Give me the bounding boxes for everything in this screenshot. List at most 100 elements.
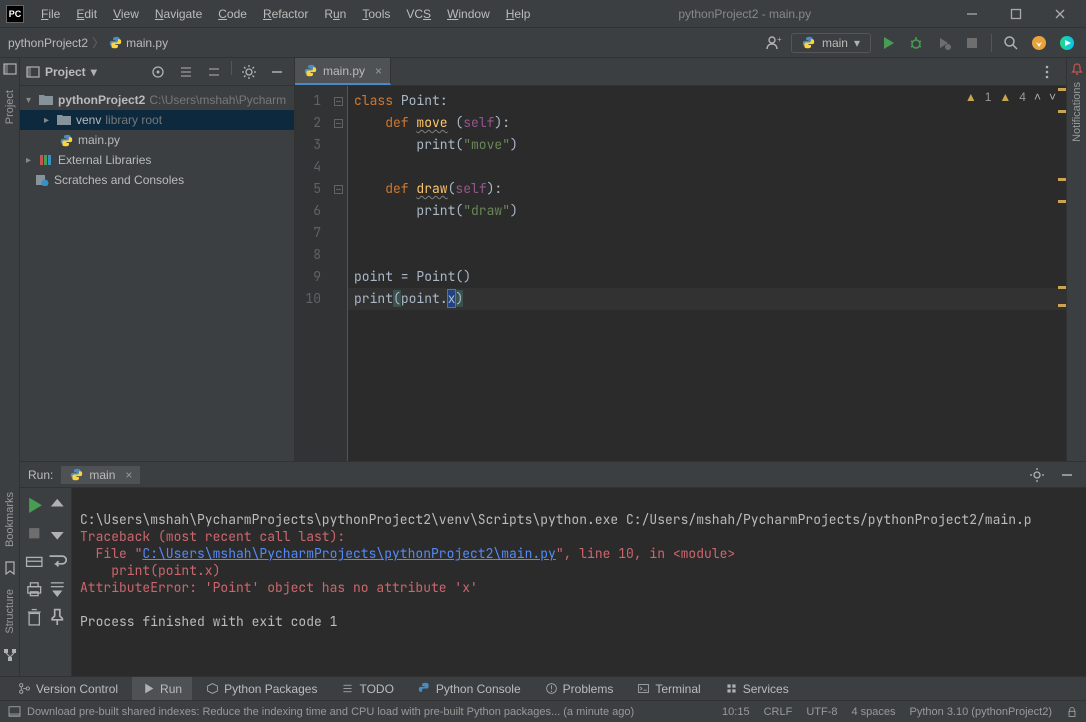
notifications-icon[interactable] bbox=[1070, 62, 1084, 76]
menu-view[interactable]: View bbox=[106, 4, 146, 24]
run-console[interactable]: C:\Users\mshah\PycharmProjects\pythonPro… bbox=[72, 488, 1086, 676]
fold-icon[interactable] bbox=[334, 119, 343, 128]
select-opened-file-icon[interactable] bbox=[147, 61, 169, 83]
left-tool-stripe: Project Bookmarks Structure bbox=[0, 58, 20, 676]
close-button[interactable] bbox=[1040, 2, 1080, 26]
run-button[interactable] bbox=[877, 32, 899, 54]
python-icon bbox=[69, 468, 83, 482]
debug-button[interactable] bbox=[905, 32, 927, 54]
fold-gutter[interactable] bbox=[329, 86, 347, 461]
line-separator[interactable]: CRLF bbox=[764, 706, 793, 718]
menu-run[interactable]: Run bbox=[317, 4, 353, 24]
chevron-down-icon[interactable]: ˅ bbox=[1049, 90, 1056, 104]
inspection-widget[interactable]: ▲1 ▲4 ˄ ˅ bbox=[965, 90, 1056, 104]
close-tab-icon[interactable]: × bbox=[375, 64, 382, 78]
settings-icon[interactable] bbox=[1026, 464, 1048, 486]
tree-external-libraries[interactable]: ▸ External Libraries bbox=[20, 150, 294, 170]
collapse-all-icon[interactable] bbox=[203, 61, 225, 83]
problems-tab[interactable]: Problems bbox=[535, 677, 624, 700]
chevron-up-icon[interactable]: ˄ bbox=[1034, 90, 1041, 104]
hide-panel-icon[interactable] bbox=[1056, 464, 1078, 486]
navigation-bar: pythonProject2 〉 main.py + main ▾ bbox=[0, 28, 1086, 58]
error-stripe[interactable] bbox=[1056, 86, 1066, 461]
run-with-coverage-button[interactable] bbox=[933, 32, 955, 54]
add-user-icon[interactable]: + bbox=[763, 32, 785, 54]
pycharm-logo-icon: PC bbox=[6, 5, 24, 23]
hide-panel-icon[interactable] bbox=[266, 61, 288, 83]
lock-icon[interactable] bbox=[1066, 706, 1078, 718]
maximize-button[interactable] bbox=[996, 2, 1036, 26]
updates-icon[interactable] bbox=[1028, 32, 1050, 54]
pin-icon[interactable] bbox=[47, 604, 68, 630]
chevron-down-icon[interactable]: ▾ bbox=[91, 65, 97, 79]
caret-position[interactable]: 10:15 bbox=[722, 706, 750, 718]
chevron-right-icon: 〉 bbox=[92, 34, 104, 51]
run-tab[interactable]: Run bbox=[132, 677, 192, 700]
project-tool-icon[interactable] bbox=[3, 62, 17, 76]
traceback-link[interactable]: C:\Users\mshah\PycharmProjects\pythonPro… bbox=[142, 545, 555, 562]
structure-icon[interactable] bbox=[3, 648, 17, 662]
settings-icon[interactable] bbox=[238, 61, 260, 83]
tree-venv[interactable]: ▸ venv library root bbox=[20, 110, 294, 130]
run-tab[interactable]: main × bbox=[61, 466, 140, 484]
rerun-icon[interactable] bbox=[24, 492, 45, 518]
down-icon[interactable] bbox=[47, 520, 68, 546]
fold-icon[interactable] bbox=[334, 185, 343, 194]
expand-all-icon[interactable] bbox=[175, 61, 197, 83]
run-panel-header: Run: main × bbox=[20, 462, 1086, 488]
python-file-icon bbox=[303, 64, 317, 78]
breadcrumb-file[interactable]: main.py bbox=[126, 36, 168, 50]
breadcrumb-project[interactable]: pythonProject2 bbox=[8, 36, 88, 50]
search-icon[interactable] bbox=[1000, 32, 1022, 54]
menu-vcs[interactable]: VCS bbox=[399, 4, 438, 24]
scratches-icon bbox=[34, 174, 50, 186]
code-editor[interactable]: 12345678910 class Point: def move (self)… bbox=[295, 86, 1066, 461]
project-tree[interactable]: ▾ pythonProject2 C:\Users\mshah\Pycharm … bbox=[20, 86, 294, 194]
menu-edit[interactable]: Edit bbox=[69, 4, 104, 24]
status-message[interactable]: Download pre-built shared indexes: Reduc… bbox=[8, 706, 722, 718]
run-config-selector[interactable]: main ▾ bbox=[791, 33, 871, 53]
editor-area: main.py × 12345678910 bbox=[295, 58, 1066, 461]
soft-wrap-icon[interactable] bbox=[47, 548, 68, 574]
stop-button[interactable] bbox=[961, 32, 983, 54]
libraries-icon bbox=[38, 154, 54, 166]
todo-tab[interactable]: TODO bbox=[331, 677, 403, 700]
terminal-tab[interactable]: Terminal bbox=[627, 677, 710, 700]
code-content[interactable]: class Point: def move (self): print("mov… bbox=[347, 86, 1066, 461]
editor-tab-mainpy[interactable]: main.py × bbox=[295, 58, 391, 85]
version-control-tab[interactable]: Version Control bbox=[8, 677, 128, 700]
bookmarks-icon[interactable] bbox=[3, 561, 17, 575]
python-console-tab[interactable]: Python Console bbox=[408, 677, 531, 700]
menu-tools[interactable]: Tools bbox=[355, 4, 397, 24]
file-encoding[interactable]: UTF-8 bbox=[806, 706, 837, 718]
fold-icon[interactable] bbox=[334, 97, 343, 106]
scroll-to-end-icon[interactable] bbox=[47, 576, 68, 602]
project-tool-label[interactable]: Project bbox=[4, 84, 16, 130]
tree-root[interactable]: ▾ pythonProject2 C:\Users\mshah\Pycharm bbox=[20, 90, 294, 110]
delete-icon[interactable] bbox=[24, 604, 45, 630]
menu-navigate[interactable]: Navigate bbox=[148, 4, 209, 24]
tree-mainpy[interactable]: main.py bbox=[20, 130, 294, 150]
structure-tool-label[interactable]: Structure bbox=[4, 583, 16, 640]
python-packages-tab[interactable]: Python Packages bbox=[196, 677, 327, 700]
menu-refactor[interactable]: Refactor bbox=[256, 4, 315, 24]
ide-features-icon[interactable] bbox=[1056, 32, 1078, 54]
print-icon[interactable] bbox=[24, 576, 45, 602]
menu-window[interactable]: Window bbox=[440, 4, 497, 24]
up-icon[interactable] bbox=[47, 492, 68, 518]
close-tab-icon[interactable]: × bbox=[125, 468, 132, 482]
stop-icon[interactable] bbox=[24, 520, 45, 546]
window-controls bbox=[952, 2, 1080, 26]
indent-config[interactable]: 4 spaces bbox=[851, 706, 895, 718]
menu-code[interactable]: Code bbox=[211, 4, 254, 24]
services-tab[interactable]: Services bbox=[715, 677, 799, 700]
tab-options-icon[interactable] bbox=[1036, 61, 1058, 83]
tree-scratches[interactable]: Scratches and Consoles bbox=[20, 170, 294, 190]
minimize-button[interactable] bbox=[952, 2, 992, 26]
python-interpreter[interactable]: Python 3.10 (pythonProject2) bbox=[910, 706, 1052, 718]
notifications-label[interactable]: Notifications bbox=[1071, 76, 1083, 148]
layout-icon[interactable] bbox=[24, 548, 45, 574]
menu-help[interactable]: Help bbox=[499, 4, 538, 24]
bookmarks-tool-label[interactable]: Bookmarks bbox=[4, 486, 16, 553]
menu-file[interactable]: File bbox=[34, 4, 67, 24]
